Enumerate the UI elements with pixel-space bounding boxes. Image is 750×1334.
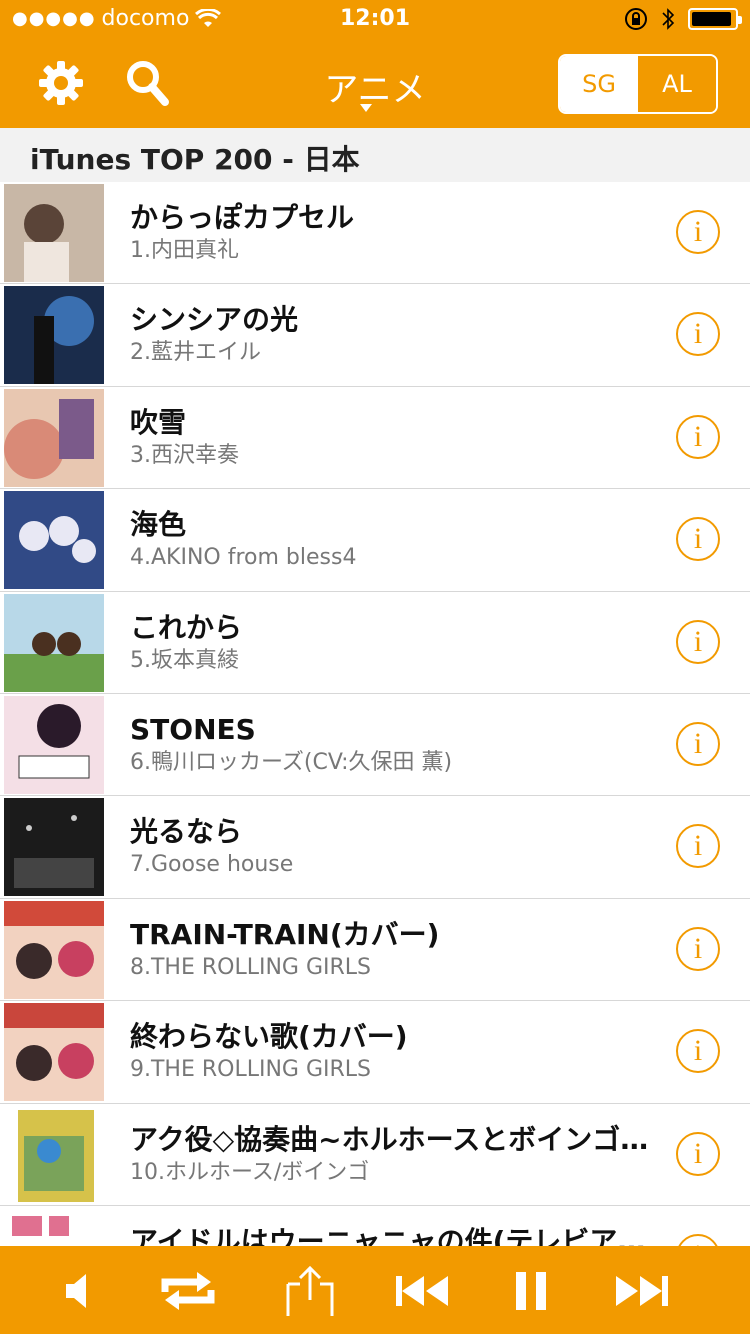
album-art	[4, 184, 104, 282]
song-title: STONES	[130, 712, 256, 746]
song-artist: 2.藍井エイル	[130, 340, 261, 366]
previous-track-icon[interactable]	[392, 1266, 452, 1316]
info-icon[interactable]: i	[676, 824, 720, 869]
song-artist: 4.AKINO from bless4	[130, 545, 357, 571]
song-title: 吹雪	[130, 405, 187, 439]
info-icon[interactable]: i	[676, 517, 720, 562]
song-row[interactable]: アク役◇協奏曲~ホルホースとボインゴ… 10.ホルホース/ボインゴ i	[0, 1104, 750, 1206]
song-artist: 1.内田真礼	[130, 238, 239, 263]
album-art	[4, 900, 104, 999]
info-icon[interactable]: i	[676, 1233, 720, 1246]
volume-icon[interactable]	[50, 1266, 110, 1316]
info-icon[interactable]: i	[676, 312, 720, 357]
info-icon[interactable]: i	[676, 721, 720, 766]
album-art	[4, 388, 104, 487]
album-art	[4, 491, 104, 590]
song-artist: 5.坂本真綾	[130, 647, 239, 673]
song-row[interactable]: 吹雪 3.西沢幸奏 i	[0, 387, 750, 490]
song-title: 終わらない歌(カバー)	[130, 1020, 408, 1054]
song-title: アク役◇協奏曲~ホルホースとボインゴ…	[130, 1122, 649, 1156]
song-row[interactable]: 光るなら 7.Goose house i	[0, 796, 750, 899]
song-row[interactable]: これから 5.坂本真綾 i	[0, 592, 750, 694]
albums-tab[interactable]: AL	[638, 56, 716, 112]
battery-icon	[688, 8, 742, 30]
song-artist: 7.Goose house	[130, 852, 294, 878]
song-title: これから	[130, 610, 243, 644]
album-art	[4, 1003, 104, 1102]
song-row[interactable]: TRAIN-TRAIN(カバー) 8.THE ROLLING GIRLS i	[0, 899, 750, 1002]
album-art	[4, 1207, 104, 1246]
info-icon[interactable]: i	[676, 1131, 720, 1176]
repeat-icon[interactable]	[157, 1266, 219, 1316]
song-title: 光るなら	[130, 815, 243, 849]
player-toolbar	[0, 1246, 750, 1334]
song-artist: 8.THE ROLLING GIRLS	[130, 954, 372, 980]
section-header: iTunes TOP 200 - 日本	[0, 128, 750, 182]
song-row[interactable]: 海色 4.AKINO from bless4 i	[0, 489, 750, 592]
info-icon[interactable]: i	[676, 1029, 720, 1074]
status-right	[624, 6, 742, 32]
album-art	[4, 695, 104, 794]
song-list[interactable]: からっぽカプセル 1.内田真礼 i シンシアの光 2.藍井エイル i 吹雪 3.西沢幸…	[0, 182, 750, 1246]
song-artist: 6.鴨川ロッカーズ(CV:久保田 薫)	[130, 749, 453, 775]
song-title: 海色	[130, 508, 187, 542]
song-row[interactable]: からっぽカプセル 1.内田真礼 i	[0, 182, 750, 285]
caret-down-icon[interactable]	[360, 104, 372, 112]
status-bar: ●●●●● docomo 12:01	[0, 0, 750, 40]
bluetooth-icon	[662, 8, 675, 30]
album-art	[4, 286, 104, 385]
rotation-lock-icon	[625, 8, 647, 30]
album-art	[4, 798, 104, 897]
song-artist: 10.ホルホース/ボインゴ	[130, 1159, 370, 1185]
share-icon[interactable]	[280, 1266, 340, 1316]
song-title: からっぽカプセル	[130, 201, 355, 234]
album-art	[4, 1106, 104, 1204]
song-row[interactable]: STONES 6.鴨川ロッカーズ(CV:久保田 薫) i	[0, 694, 750, 797]
next-track-icon[interactable]	[612, 1266, 672, 1316]
song-title: TRAIN-TRAIN(カバー)	[130, 917, 440, 951]
song-row[interactable]: 終わらない歌(カバー) 9.THE ROLLING GIRLS i	[0, 1001, 750, 1104]
pause-icon[interactable]	[500, 1266, 560, 1316]
info-icon[interactable]: i	[676, 619, 720, 664]
chart-type-segmented-control[interactable]: SG AL	[558, 54, 718, 114]
song-title: アイドルはウーニャニャの件(テレビア…	[130, 1224, 646, 1246]
song-row[interactable]: シンシアの光 2.藍井エイル i	[0, 284, 750, 387]
navigation-bar: ●●●●● docomo 12:01 アニメ SG AL	[0, 0, 750, 128]
singles-tab[interactable]: SG	[560, 56, 638, 112]
info-icon[interactable]: i	[676, 210, 720, 254]
song-artist: 9.THE ROLLING GIRLS	[130, 1057, 372, 1083]
info-icon[interactable]: i	[676, 926, 720, 971]
song-row[interactable]: アイドルはウーニャニャの件(テレビア… i	[0, 1206, 750, 1246]
album-art	[4, 593, 104, 692]
song-title: シンシアの光	[130, 303, 299, 337]
info-icon[interactable]: i	[676, 414, 720, 459]
song-artist: 3.西沢幸奏	[130, 442, 239, 468]
